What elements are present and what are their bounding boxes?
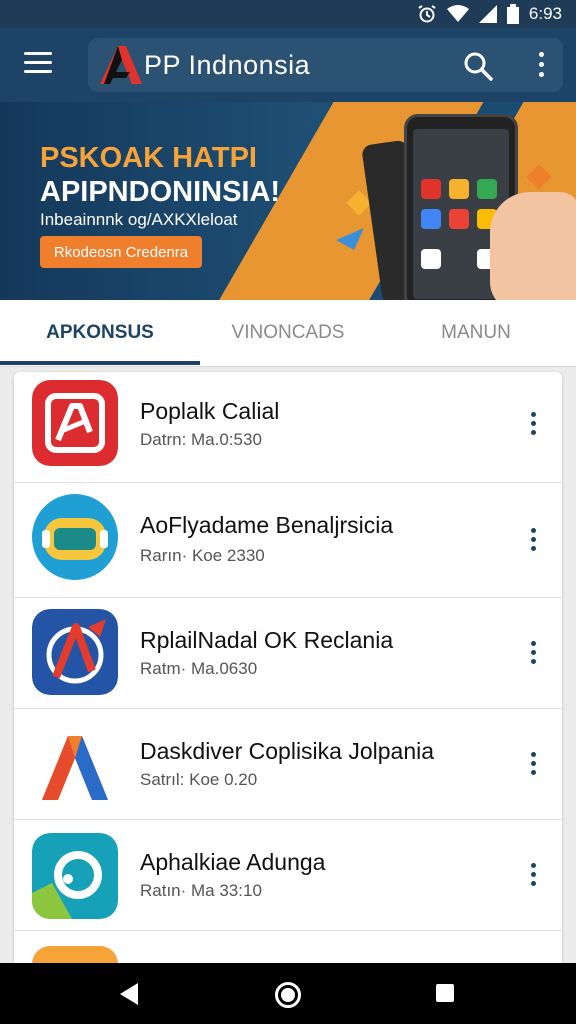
tab-indicator — [0, 361, 200, 365]
app-name: RplailNadal OK Reclania — [140, 627, 394, 653]
app-list: Poplalk Calial Datrn: Ma.0:530 AoFlyadam… — [14, 372, 562, 972]
tab-apkonsus[interactable]: APKONSUS — [0, 300, 200, 366]
home-icon[interactable] — [275, 982, 301, 1008]
app-name: Poplalk Calial — [140, 398, 280, 424]
list-item[interactable]: AoFlyadame Benaljrsicia Rarın· Koe 2330 — [14, 482, 562, 598]
banner-subline: Inbeainnnk og/AXKXleloat — [40, 210, 238, 229]
app-logo — [100, 46, 142, 84]
paper-plane-icon — [336, 228, 364, 250]
app-icon-robot — [32, 494, 118, 580]
recent-apps-icon[interactable] — [436, 984, 454, 1002]
system-nav-bar — [0, 963, 576, 1024]
menu-icon[interactable] — [24, 52, 52, 76]
banner-cta-button[interactable]: Rkodeosn Credenra — [40, 236, 202, 268]
item-more-icon[interactable] — [528, 752, 538, 780]
app-name: Aphalkiae Adunga — [140, 849, 326, 875]
app-icon-blue-a — [32, 609, 118, 695]
app-name: Daskdiver Coplisika Jolpania — [140, 738, 435, 764]
search-icon[interactable] — [463, 51, 493, 81]
app-title: PP Indnonsia — [144, 50, 311, 80]
item-more-icon[interactable] — [528, 863, 538, 891]
app-icon-orange-a — [42, 736, 108, 800]
app-meta: Rarın· Koe 2330 — [140, 546, 265, 565]
app-meta: Satrıl: Koe 0.20 — [140, 770, 258, 789]
search-bar[interactable]: PP Indnonsia — [88, 38, 563, 92]
tab-vinoncads[interactable]: VINONCADS — [188, 300, 388, 366]
hand-illustration — [490, 192, 576, 300]
app-meta: Ratm· Ma.0630 — [140, 659, 258, 678]
tab-bar: APKONSUS VINONCADS MANUN — [0, 300, 576, 367]
battery-icon — [506, 4, 519, 24]
list-item[interactable]: Aphalkiae Adunga Ratın· Ma 33:10 — [14, 819, 562, 931]
app-icon-red-a — [32, 380, 118, 466]
app-icon-teal-o — [32, 833, 118, 919]
list-item[interactable]: RplailNadal OK Reclania Ratm· Ma.0630 — [14, 597, 562, 709]
banner-headline: PSKOAK HATPI — [40, 142, 257, 174]
wifi-icon — [446, 5, 469, 22]
promo-banner[interactable]: PSKOAK HATPI APIPNDONINSIA! Inbeainnnk o… — [0, 102, 576, 300]
app-name: AoFlyadame Benaljrsicia — [140, 512, 394, 538]
banner-headline-2: APIPNDONINSIA! — [40, 176, 281, 208]
more-vert-icon[interactable] — [537, 52, 545, 80]
item-more-icon[interactable] — [528, 641, 538, 669]
app-meta: Ratın· Ma 33:10 — [140, 881, 262, 900]
list-item[interactable]: Daskdiver Coplisika Jolpania Satrıl: Koe… — [14, 708, 562, 820]
app-meta: Datrn: Ma.0:530 — [140, 430, 262, 449]
tab-manun[interactable]: MANUN — [376, 300, 576, 366]
status-bar: 6:93 — [0, 0, 576, 28]
signal-icon — [478, 5, 497, 23]
clock: 6:93 — [528, 4, 562, 23]
item-more-icon[interactable] — [528, 412, 538, 440]
app-bar: PP Indnonsia — [0, 28, 576, 102]
back-icon[interactable] — [120, 983, 138, 1005]
item-more-icon[interactable] — [528, 528, 538, 556]
list-item[interactable]: Poplalk Calial Datrn: Ma.0:530 — [14, 372, 562, 483]
alarm-icon — [418, 5, 436, 23]
